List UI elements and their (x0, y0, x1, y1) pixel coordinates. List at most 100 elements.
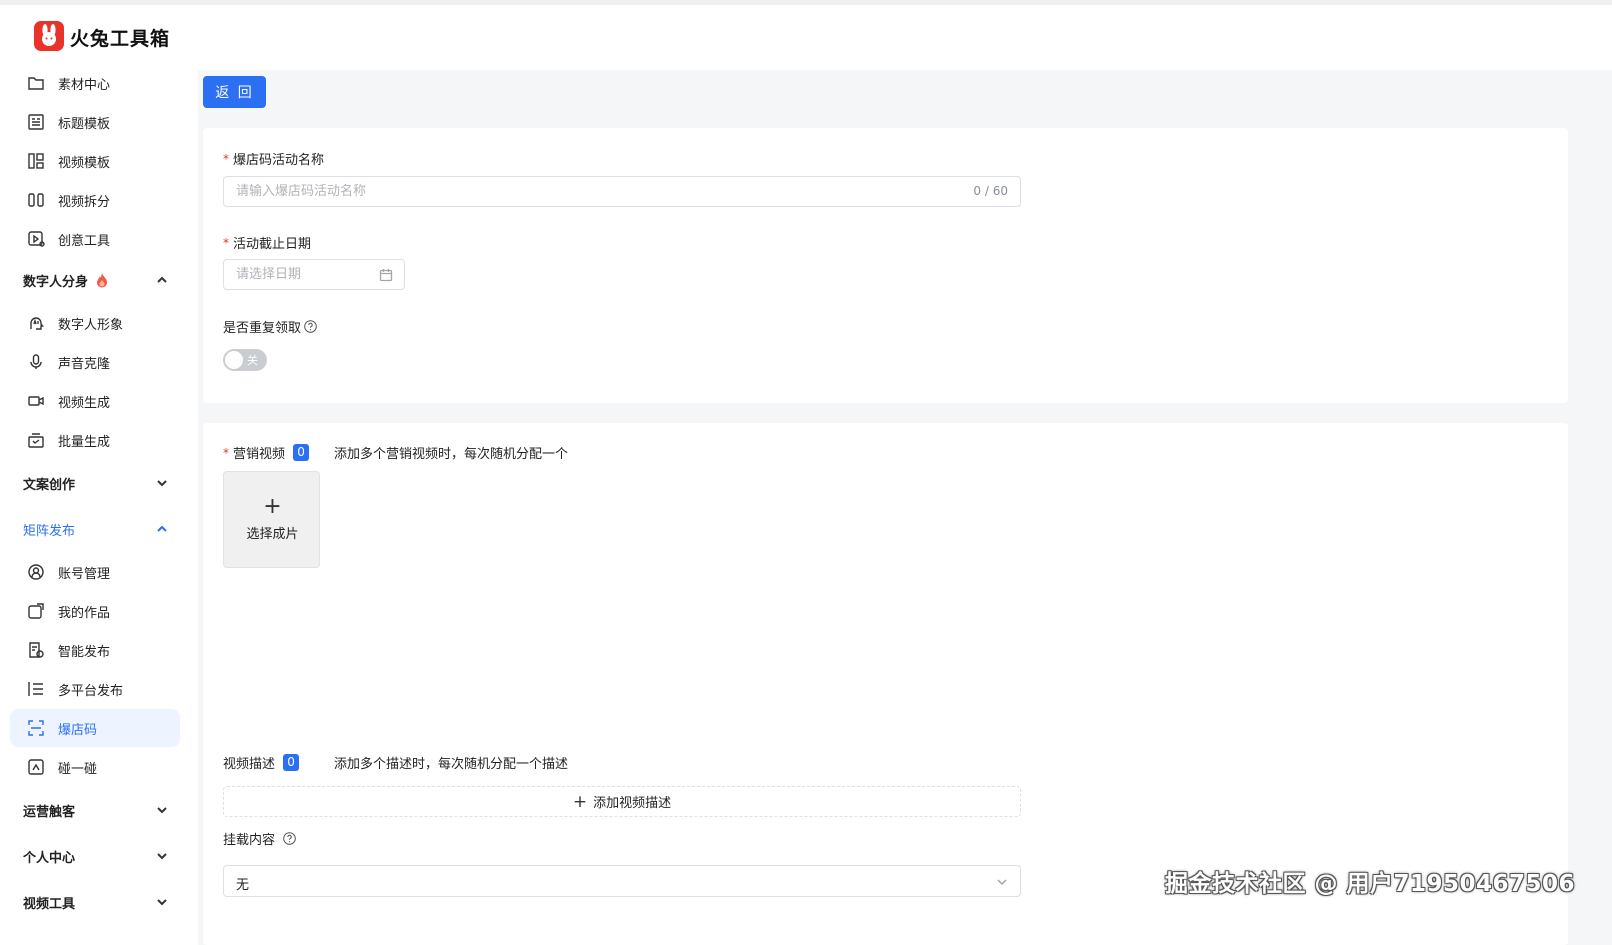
account-icon (26, 562, 46, 582)
sidebar-item-title-template[interactable]: 标题模板 (10, 103, 180, 141)
calendar-icon (379, 268, 393, 282)
sidebar-item-label: 素材中心 (58, 77, 111, 93)
sidebar-item-digital-avatar[interactable]: 数字人形象 (10, 304, 180, 342)
batch-icon (26, 430, 46, 450)
sidebar-item-label: 我的作品 (58, 605, 111, 621)
sidebar-item-video-template[interactable]: 视频模板 (10, 142, 180, 180)
scan-code-icon (26, 718, 46, 738)
video-desc-hint: 添加多个描述时，每次随机分配一个描述 (334, 757, 569, 772)
sidebar-item-label: 智能发布 (58, 644, 111, 660)
deadline-label: * 活动截止日期 (223, 235, 312, 253)
sidebar-group-digital-human[interactable]: 数字人分身 (23, 268, 168, 292)
sidebar-group-label: 运营触客 (23, 804, 76, 820)
toggle-label: 关 (247, 354, 258, 367)
toggle-knob (225, 351, 243, 369)
sidebar-item-label: 爆店码 (58, 722, 98, 738)
sidebar-item-my-works[interactable]: 我的作品 (10, 592, 180, 630)
app-title: 火兔工具箱 (70, 28, 171, 50)
sidebar-item-label: 多平台发布 (58, 683, 124, 699)
folder-icon (26, 73, 46, 93)
basic-info-card (203, 128, 1568, 403)
add-video-desc-button[interactable]: + 添加视频描述 (223, 786, 1021, 817)
video-camera-icon (26, 391, 46, 411)
sidebar-item-account-manage[interactable]: 账号管理 (10, 553, 180, 591)
deadline-input[interactable] (224, 260, 404, 289)
title-template-icon (26, 112, 46, 132)
top-bar: 火兔工具箱 (0, 0, 1612, 70)
select-video-label: 选择成片 (246, 527, 299, 542)
repeat-label: 是否重复领取 (223, 317, 317, 336)
add-video-desc-label: 添加视频描述 (593, 796, 672, 811)
sidebar-group-matrix-publish[interactable]: 矩阵发布 (23, 517, 168, 541)
marketing-video-hint: 添加多个营销视频时，每次随机分配一个 (334, 447, 569, 462)
sidebar-item-label: 创意工具 (58, 233, 111, 249)
chevron-down-icon (156, 896, 168, 908)
sidebar: 素材中心 标题模板 视频模板 视频拆分 创意工具 数字人分身 数字人形象 声音克… (0, 70, 198, 945)
sidebar-group-label: 视频工具 (23, 896, 76, 912)
sidebar-group-label: 个人中心 (23, 850, 76, 866)
sidebar-group-copywriting[interactable]: 文案创作 (23, 471, 168, 495)
sidebar-group-operations[interactable]: 运营触客 (23, 798, 168, 822)
smart-publish-icon (26, 640, 46, 660)
chevron-up-icon (156, 274, 168, 286)
tap-icon (26, 757, 46, 777)
marketing-video-label: * 营销视频 0 (223, 443, 310, 462)
sidebar-item-creative-tool[interactable]: 创意工具 (10, 220, 180, 258)
activity-name-field[interactable]: 0 / 60 (223, 176, 1021, 207)
watermark: 掘金技术社区 @ 用户71950467506 (1165, 871, 1576, 897)
help-icon[interactable] (304, 320, 317, 333)
app-logo-icon[interactable] (34, 21, 64, 51)
deadline-date-picker[interactable] (223, 259, 405, 290)
microphone-icon (26, 352, 46, 372)
activity-name-label: * 爆店码活动名称 (223, 151, 325, 169)
sidebar-item-video-generate[interactable]: 视频生成 (10, 382, 180, 420)
sidebar-item-label: 视频生成 (58, 395, 111, 411)
chevron-down-icon (156, 850, 168, 862)
sidebar-group-personal[interactable]: 个人中心 (23, 844, 168, 868)
mount-content-value: 无 (236, 878, 250, 893)
help-icon[interactable] (283, 832, 296, 845)
top-divider (0, 0, 1612, 5)
creative-tool-icon (26, 229, 46, 249)
sidebar-item-video-split[interactable]: 视频拆分 (10, 181, 180, 219)
sidebar-item-label: 声音克隆 (58, 356, 111, 372)
char-counter: 0 / 60 (973, 184, 1008, 198)
sidebar-group-label: 矩阵发布 (23, 523, 76, 539)
sidebar-item-label: 账号管理 (58, 566, 111, 582)
activity-name-input[interactable] (224, 177, 1020, 206)
sidebar-item-scan-code[interactable]: 爆店码 (10, 709, 180, 747)
video-template-icon (26, 151, 46, 171)
video-desc-label: 视频描述 0 (223, 753, 300, 772)
sidebar-item-label: 视频拆分 (58, 194, 111, 210)
marketing-video-count-badge: 0 (293, 444, 310, 461)
sidebar-item-material-center[interactable]: 素材中心 (10, 64, 180, 102)
required-mark: * (223, 235, 229, 250)
digital-avatar-icon (26, 313, 46, 333)
sidebar-item-tap[interactable]: 碰一碰 (10, 748, 180, 786)
sidebar-group-video-tools[interactable]: 视频工具 (23, 890, 168, 914)
chevron-up-icon (156, 523, 168, 535)
back-button[interactable]: 返 回 (203, 76, 266, 108)
sidebar-item-multi-platform[interactable]: 多平台发布 (10, 670, 180, 708)
fire-icon (95, 272, 109, 288)
plus-icon: + (263, 494, 282, 519)
repeat-toggle[interactable]: 关 (223, 349, 267, 371)
works-icon (26, 601, 46, 621)
sidebar-item-label: 数字人形象 (58, 317, 124, 333)
multi-platform-icon (26, 679, 46, 699)
mount-content-select[interactable]: 无 (223, 865, 1021, 897)
chevron-down-icon (156, 804, 168, 816)
required-mark: * (223, 445, 229, 460)
video-desc-count-badge: 0 (283, 754, 300, 771)
sidebar-item-smart-publish[interactable]: 智能发布 (10, 631, 180, 669)
video-split-icon (26, 190, 46, 210)
sidebar-item-label: 碰一碰 (58, 761, 98, 777)
plus-icon: + (572, 791, 588, 812)
select-video-button[interactable]: + 选择成片 (223, 471, 320, 568)
required-mark: * (223, 151, 229, 166)
sidebar-group-label: 文案创作 (23, 477, 76, 493)
sidebar-item-label: 视频模板 (58, 155, 111, 171)
chevron-down-icon (996, 876, 1008, 888)
sidebar-item-voice-clone[interactable]: 声音克隆 (10, 343, 180, 381)
sidebar-item-batch-generate[interactable]: 批量生成 (10, 421, 180, 459)
